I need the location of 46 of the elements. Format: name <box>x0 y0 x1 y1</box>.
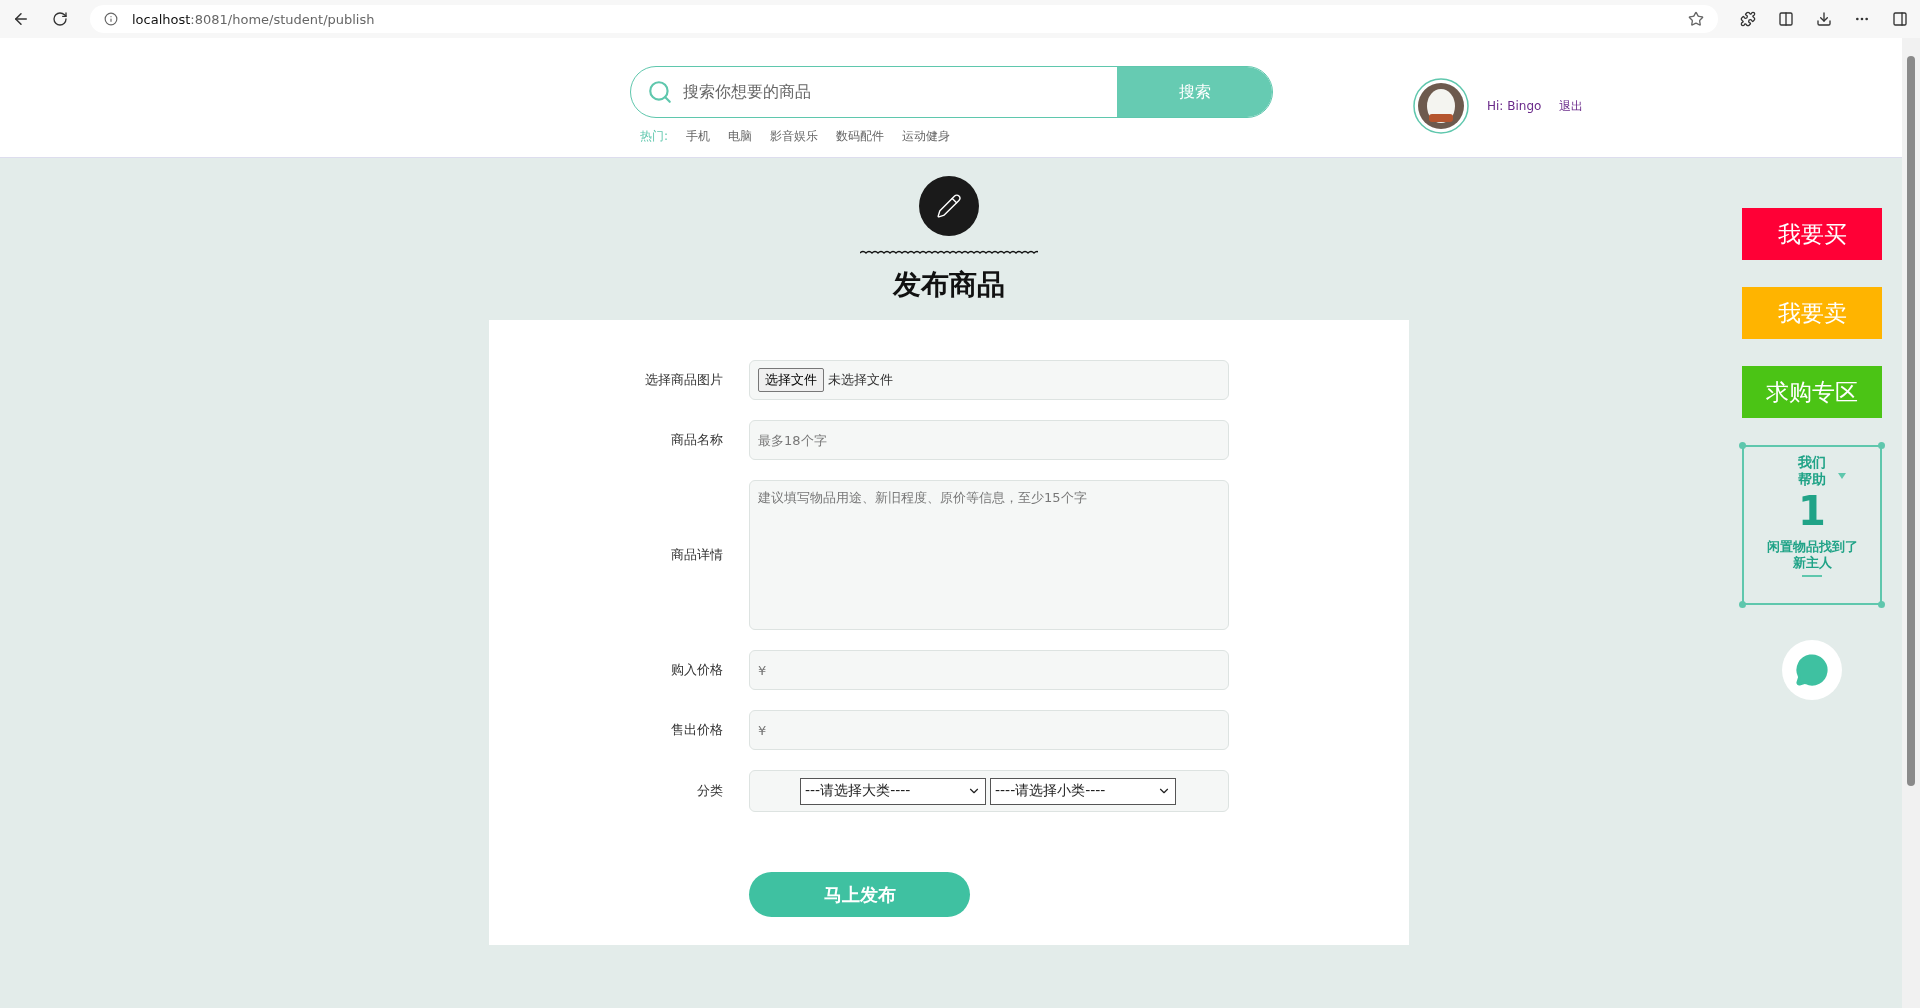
greeting-text: Hi: Bingo <box>1487 99 1542 113</box>
file-field[interactable]: 选择文件 未选择文件 <box>749 360 1229 400</box>
extensions-icon[interactable] <box>1740 11 1756 27</box>
help-count: 1 <box>1798 488 1826 533</box>
download-icon[interactable] <box>1816 11 1832 27</box>
back-icon[interactable] <box>12 10 30 28</box>
triangle-icon <box>1838 473 1846 479</box>
search-icon <box>647 79 673 105</box>
side-button[interactable]: 我要买 <box>1742 208 1882 260</box>
logout-link[interactable]: 退出 <box>1559 97 1584 115</box>
reload-icon[interactable] <box>52 11 68 27</box>
favorite-icon[interactable] <box>1688 11 1704 27</box>
pencil-icon <box>919 176 979 236</box>
help-heading: 帮助 <box>1798 471 1826 489</box>
file-status: 未选择文件 <box>828 371 893 389</box>
hot-tag-link[interactable]: 手机 <box>686 128 711 145</box>
split-view-icon[interactable] <box>1778 11 1794 27</box>
text-field[interactable]: ¥ <box>749 710 1229 750</box>
field-label: 商品名称 <box>670 431 723 449</box>
info-icon[interactable] <box>104 12 118 26</box>
hot-tag-link[interactable]: 数码配件 <box>836 128 885 145</box>
sidebar-icon[interactable] <box>1892 11 1908 27</box>
underline-mark <box>1802 575 1822 578</box>
text-field[interactable]: 最多18个字 <box>749 420 1229 460</box>
help-heading: 我们 <box>1798 455 1826 472</box>
text-field[interactable]: ¥ <box>749 650 1229 690</box>
field-label: 售出价格 <box>670 721 723 739</box>
hot-tag-link[interactable]: 电脑 <box>728 128 753 145</box>
scrollbar[interactable] <box>1902 38 1920 1008</box>
field-label: 分类 <box>696 782 723 800</box>
help-caption: 闲置物品找到了 <box>1766 538 1858 555</box>
details-field[interactable]: 建议填写物品用途、新旧程度、原价等信息，至少15个字 <box>749 480 1229 630</box>
address-bar[interactable]: localhost:8081/home/student/publish <box>90 5 1718 33</box>
field-label: 商品详情 <box>670 546 723 564</box>
url-text: localhost:8081/home/student/publish <box>132 11 375 27</box>
field-label: 选择商品图片 <box>644 371 723 389</box>
hot-tag-link[interactable]: 运动健身 <box>902 128 951 145</box>
help-caption: 新主人 <box>1792 554 1832 572</box>
select-field[interactable]: ----请选择小类---- <box>990 777 1176 805</box>
page-title: 发布商品 <box>893 268 1005 302</box>
hot-label: 热门: <box>640 128 669 145</box>
hot-tag-link[interactable]: 影音娱乐 <box>770 128 819 145</box>
select-field[interactable]: ---请选择大类---- <box>800 777 986 805</box>
field-label: 购入价格 <box>670 661 723 679</box>
choose-file-button[interactable]: 选择文件 <box>758 368 824 392</box>
avatar-icon[interactable] <box>1413 78 1469 134</box>
